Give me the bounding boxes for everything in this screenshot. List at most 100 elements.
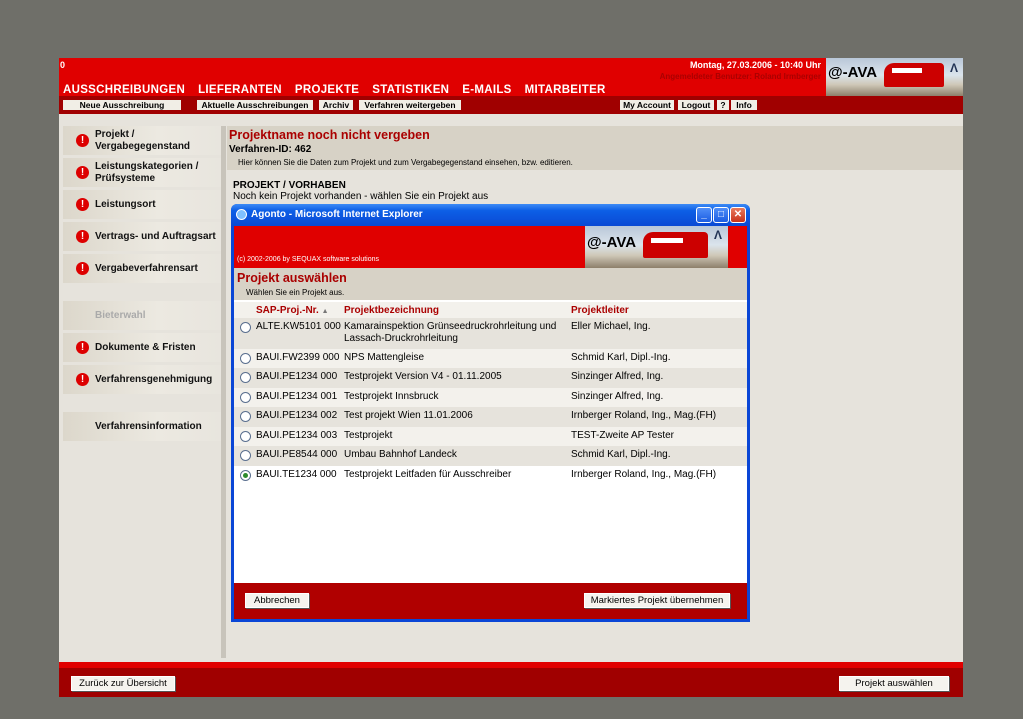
sidebar-item-verfahrensinformation[interactable]: Verfahrensinformation <box>63 412 221 441</box>
select-project-button[interactable]: Projekt auswählen <box>839 676 949 691</box>
page-title: Projektname noch nicht vergeben <box>229 128 430 142</box>
row-nr: BAUI.PE1234 001 <box>256 391 338 402</box>
procedure-id: Verfahren-ID: 462 <box>229 144 312 155</box>
row-radio[interactable] <box>240 411 251 422</box>
row-nr: BAUI.PE1234 002 <box>256 410 338 421</box>
table-row[interactable]: BAUI.FW2399 000 NPS Mattengleise Schmid … <box>234 349 747 368</box>
close-icon[interactable]: ✕ <box>730 207 746 223</box>
sidebar-item-label: Bieterwahl <box>95 309 146 321</box>
sidebar-item-leistungskategorien[interactable]: ! Leistungskategorien / Prüfsysteme <box>63 158 221 187</box>
row-radio-selected[interactable] <box>240 470 251 481</box>
dialog-titlebar[interactable]: Agonto - Microsoft Internet Explorer _ □… <box>231 204 750 226</box>
nav-projekte[interactable]: PROJEKTE <box>295 84 359 96</box>
section-heading: PROJEKT / VORHABEN <box>233 180 346 191</box>
main-content: Projektname noch nicht vergeben Verfahre… <box>227 126 963 202</box>
sidebar-item-projekt[interactable]: ! Projekt / Vergabegegenstand <box>63 126 221 155</box>
sub-nav-help[interactable]: ? <box>717 100 729 110</box>
column-header-leader[interactable]: Projektleiter <box>571 305 629 316</box>
sidebar-item-vergabeverfahrensart[interactable]: ! Vergabeverfahrensart <box>63 254 221 283</box>
sidebar-item-label: Leistungskategorien / Prüfsysteme <box>95 160 199 184</box>
project-section: PROJEKT / VORHABEN Noch kein Projekt vor… <box>233 180 963 202</box>
minimize-icon[interactable]: _ <box>696 207 712 223</box>
row-leader: Irnberger Roland, Ing., Mag.(FH) <box>571 469 717 480</box>
sort-arrow-icon: ▲ <box>321 308 329 315</box>
mountain-icon: Λ <box>713 228 722 242</box>
train-image <box>884 63 944 87</box>
row-leader: Schmid Karl, Dipl.-Ing. <box>571 352 671 363</box>
alert-icon: ! <box>76 166 89 179</box>
row-radio[interactable] <box>240 392 251 403</box>
copyright-text: (c) 2002-2006 by SEQUAX software solutio… <box>237 256 380 263</box>
table-row[interactable]: ALTE.KW5101 000 Kamarainspektion Grünsee… <box>234 318 747 349</box>
row-leader: TEST-Zweite AP Tester <box>571 430 675 441</box>
nav-emails[interactable]: E-MAILS <box>462 84 511 96</box>
nav-lieferanten[interactable]: LIEFERANTEN <box>198 84 282 96</box>
cancel-button[interactable]: Abbrechen <box>245 593 309 608</box>
row-name: Kamarainspektion Grünseedruckrohrleitung… <box>344 321 557 344</box>
back-to-overview-button[interactable]: Zurück zur Übersicht <box>71 676 175 691</box>
row-radio[interactable] <box>240 450 251 461</box>
sidebar-item-dokumente[interactable]: ! Dokumente & Fristen <box>63 333 221 362</box>
sidebar-divider <box>221 126 226 658</box>
bottom-strip <box>59 662 963 668</box>
dialog-footer: Abbrechen Markiertes Projekt übernehmen <box>234 583 747 619</box>
sub-nav-my-account[interactable]: My Account <box>620 100 674 110</box>
main-nav: AUSSCHREIBUNGEN LIEFERANTEN PROJEKTE STA… <box>63 84 619 96</box>
nav-statistiken[interactable]: STATISTIKEN <box>372 84 449 96</box>
row-name: Testprojekt Leitfaden für Ausschreiber <box>344 469 512 480</box>
row-nr: BAUI.PE1234 003 <box>256 430 338 441</box>
ava-logo: @-AVA Λ <box>585 226 728 268</box>
column-header-label: SAP-Proj.-Nr. <box>256 305 322 316</box>
table-header: SAP-Proj.-Nr. ▲ Projektbezeichnung Proje… <box>234 302 747 318</box>
alert-icon: ! <box>76 230 89 243</box>
ie-icon <box>236 209 247 220</box>
column-header-nr[interactable]: SAP-Proj.-Nr. ▲ <box>256 305 329 316</box>
row-radio[interactable] <box>240 372 251 383</box>
sidebar-spacer <box>63 397 221 409</box>
project-header: Projektname noch nicht vergeben Verfahre… <box>227 126 963 170</box>
sub-nav-neue-ausschreibung[interactable]: Neue Ausschreibung <box>63 100 181 110</box>
table-row-selected[interactable]: BAUI.TE1234 000 Testprojekt Leitfaden fü… <box>234 466 747 486</box>
column-header-name[interactable]: Projektbezeichnung <box>344 305 569 317</box>
nav-ausschreibungen[interactable]: AUSSCHREIBUNGEN <box>63 84 185 96</box>
maximize-icon[interactable]: □ <box>713 207 729 223</box>
sub-nav-aktuelle-ausschreibungen[interactable]: Aktuelle Ausschreibungen <box>197 100 313 110</box>
sidebar-spacer <box>63 286 221 298</box>
row-radio[interactable] <box>240 322 251 333</box>
alert-icon: ! <box>76 134 89 147</box>
table-row[interactable]: BAUI.PE1234 003 Testprojekt TEST-Zweite … <box>234 427 747 446</box>
row-radio[interactable] <box>240 353 251 364</box>
corner-label: 0 <box>60 60 66 70</box>
table-row[interactable]: BAUI.PE1234 002 Test projekt Wien 11.01.… <box>234 407 747 427</box>
row-radio[interactable] <box>240 431 251 442</box>
row-name: Test projekt Wien 11.01.2006 <box>344 410 473 421</box>
row-nr: BAUI.PE8544 000 <box>256 449 338 460</box>
sidebar-item-label: Leistungsort <box>95 198 156 210</box>
table-row[interactable]: BAUI.PE8544 000 Umbau Bahnhof Landeck Sc… <box>234 446 747 466</box>
sidebar: ! Projekt / Vergabegegenstand ! Leistung… <box>63 126 221 444</box>
nav-mitarbeiter[interactable]: MITARBEITER <box>525 84 606 96</box>
sidebar-item-vertragsart[interactable]: ! Vertrags- und Auftragsart <box>63 222 221 251</box>
alert-icon: ! <box>76 198 89 211</box>
row-leader: Irnberger Roland, Ing., Mag.(FH) <box>571 410 717 421</box>
alert-icon: ! <box>76 341 89 354</box>
row-nr: BAUI.PE1234 000 <box>256 371 338 382</box>
ava-logo: @-AVA Λ <box>826 58 963 96</box>
project-table: SAP-Proj.-Nr. ▲ Projektbezeichnung Proje… <box>234 302 747 486</box>
sidebar-item-label: Projekt / Vergabegegenstand <box>95 128 191 152</box>
row-name: Testprojekt <box>344 430 393 441</box>
sidebar-item-leistungsort[interactable]: ! Leistungsort <box>63 190 221 219</box>
sub-nav-archiv[interactable]: Archiv <box>319 100 353 110</box>
accept-project-button[interactable]: Markiertes Projekt übernehmen <box>584 593 730 608</box>
sidebar-item-verfahrensgenehmigung[interactable]: ! Verfahrensgenehmigung <box>63 365 221 394</box>
sub-nav-info[interactable]: Info <box>731 100 757 110</box>
sidebar-item-label: Vertrags- und Auftragsart <box>95 230 216 242</box>
row-nr: BAUI.TE1234 000 <box>256 469 337 480</box>
sidebar-item-bieterwahl: Bieterwahl <box>63 301 221 330</box>
sub-nav-verfahren-weitergeben[interactable]: Verfahren weitergeben <box>359 100 461 110</box>
table-row[interactable]: BAUI.PE1234 000 Testprojekt Version V4 -… <box>234 368 747 388</box>
train-image <box>643 232 708 258</box>
table-row[interactable]: BAUI.PE1234 001 Testprojekt Innsbruck Si… <box>234 388 747 407</box>
top-header: 0 Montag, 27.03.2006 - 10:40 Uhr Angemel… <box>59 58 963 96</box>
sub-nav-logout[interactable]: Logout <box>678 100 714 110</box>
